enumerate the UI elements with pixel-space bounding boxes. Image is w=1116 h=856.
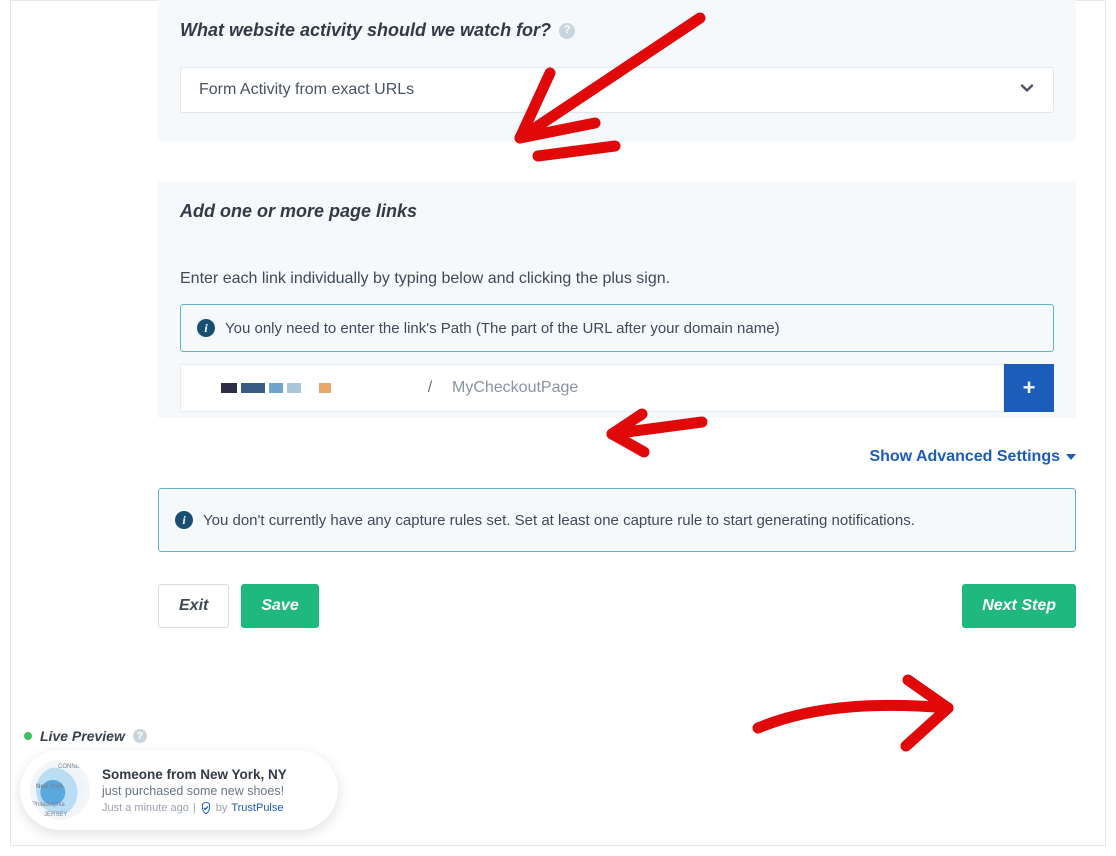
verified-badge-icon — [200, 802, 212, 814]
help-icon[interactable]: ? — [559, 23, 575, 39]
url-domain-prefix — [180, 364, 420, 412]
next-step-button[interactable]: Next Step — [962, 584, 1076, 628]
exit-button[interactable]: Exit — [158, 584, 229, 628]
toast-meta: Just a minute ago | by TrustPulse — [102, 802, 320, 814]
info-icon: i — [197, 319, 215, 337]
links-info-box: i You only need to enter the link's Path… — [180, 304, 1054, 352]
toast-brand: TrustPulse — [231, 802, 283, 814]
panel-links: Add one or more page links Enter each li… — [158, 181, 1076, 418]
map-region-label: CONNEC — [58, 764, 84, 770]
map-region-label: JERSEY — [44, 812, 67, 818]
domain-obscured-part — [269, 383, 283, 393]
panel-activity-header: What website activity should we watch fo… — [158, 0, 1076, 59]
domain-obscured-part — [241, 383, 265, 393]
add-link-button[interactable]: + — [1004, 364, 1054, 412]
button-row: Exit Save Next Step — [158, 584, 1076, 628]
meta-separator: | — [193, 802, 196, 814]
map-thumbnail: CONNEC New York JERSEY Philadelphia — [30, 760, 90, 820]
activity-select[interactable]: Form Activity from exact URLs — [180, 67, 1054, 113]
url-input-row: / + — [180, 364, 1054, 412]
panel-activity: What website activity should we watch fo… — [158, 0, 1076, 141]
no-rules-warning-text: You don't currently have any capture rul… — [203, 512, 915, 529]
panel-activity-body: Form Activity from exact URLs — [158, 59, 1076, 141]
toast-by-prefix: by — [216, 802, 228, 814]
panel-links-header: Add one or more page links — [158, 181, 1076, 240]
advanced-row: Show Advanced Settings — [158, 448, 1076, 466]
domain-obscured-part — [319, 383, 331, 393]
live-preview: Live Preview ? CONNEC New York JERSEY Ph… — [20, 728, 338, 830]
links-instruction: Enter each link individually by typing b… — [180, 270, 1054, 288]
domain-obscured-part — [287, 383, 301, 393]
chevron-down-icon — [1019, 80, 1035, 101]
show-advanced-label: Show Advanced Settings — [869, 448, 1060, 466]
toast-title: Someone from New York, NY — [102, 767, 320, 782]
toast-body: Someone from New York, NY just purchased… — [102, 767, 320, 814]
panel-links-body: Enter each link individually by typing b… — [158, 240, 1076, 418]
live-preview-label: Live Preview — [40, 728, 125, 744]
info-icon: i — [175, 511, 193, 529]
toast-timestamp: Just a minute ago — [102, 802, 189, 814]
path-separator: / — [420, 364, 440, 412]
panel-links-title: Add one or more page links — [180, 201, 417, 222]
live-indicator-dot — [24, 732, 32, 740]
caret-down-icon — [1066, 454, 1076, 460]
no-rules-warning: i You don't currently have any capture r… — [158, 488, 1076, 552]
save-button[interactable]: Save — [241, 584, 318, 628]
domain-obscured-part — [221, 383, 237, 393]
map-city-label: New York — [36, 784, 63, 790]
notification-toast[interactable]: CONNEC New York JERSEY Philadelphia Some… — [20, 750, 338, 830]
toast-subtitle: just purchased some new shoes! — [102, 784, 320, 798]
live-preview-header: Live Preview ? — [24, 728, 338, 744]
map-city-label: Philadelphia — [32, 802, 65, 808]
main-container: What website activity should we watch fo… — [158, 0, 1076, 628]
activity-select-value: Form Activity from exact URLs — [199, 81, 414, 99]
panel-activity-title: What website activity should we watch fo… — [180, 20, 551, 41]
links-info-text: You only need to enter the link's Path (… — [225, 320, 780, 337]
path-input[interactable] — [440, 364, 1004, 412]
help-icon[interactable]: ? — [133, 729, 147, 743]
show-advanced-link[interactable]: Show Advanced Settings — [869, 448, 1076, 466]
